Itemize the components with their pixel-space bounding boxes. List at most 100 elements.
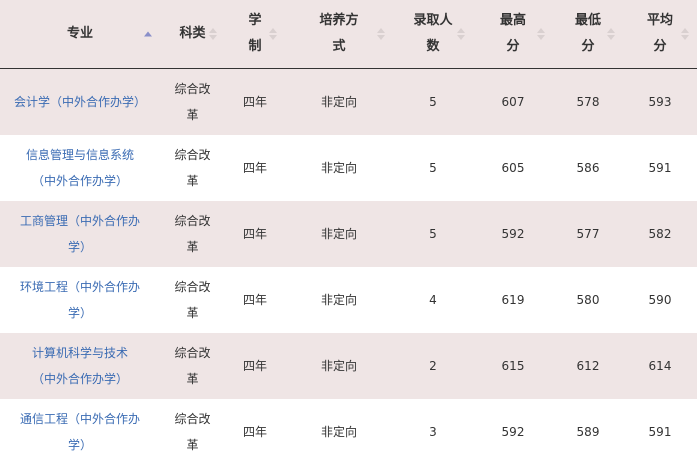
column-header-major[interactable]: 专业 xyxy=(0,0,160,69)
cell-avg: 591 xyxy=(623,399,697,465)
cell-text: 革 xyxy=(186,240,198,254)
cell-text[interactable]: 工商管理（中外合作办 xyxy=(20,214,140,228)
table-body: 会计学（中外合作办学）综合改革四年非定向5607578593信息管理与信息系统（… xyxy=(0,69,697,465)
cell-avg: 590 xyxy=(623,267,697,333)
cell-text: 综合改 xyxy=(174,82,210,96)
cell-mode: 非定向 xyxy=(285,69,393,136)
cell-min: 586 xyxy=(553,135,623,201)
cell-duration: 四年 xyxy=(225,333,285,399)
cell-max: 592 xyxy=(473,201,553,267)
sort-up-icon xyxy=(209,28,217,33)
cell-max: 592 xyxy=(473,399,553,465)
cell-text[interactable]: 计算机科学与技术 xyxy=(32,346,128,360)
cell-text: 综合改 xyxy=(174,280,210,294)
column-header-category[interactable]: 科类 xyxy=(160,0,225,69)
cell-duration: 四年 xyxy=(225,201,285,267)
column-header-label: 学 xyxy=(248,13,261,28)
sort-icon[interactable] xyxy=(681,28,689,40)
sort-up-icon xyxy=(377,28,385,33)
cell-admitted: 4 xyxy=(393,267,473,333)
sort-down-icon xyxy=(681,35,689,40)
sort-up-icon xyxy=(607,28,615,33)
cell-duration: 四年 xyxy=(225,399,285,465)
cell-admitted: 5 xyxy=(393,201,473,267)
cell-text: 综合改 xyxy=(174,412,210,426)
cell-admitted: 2 xyxy=(393,333,473,399)
sort-up-icon xyxy=(144,32,152,37)
sort-icon[interactable] xyxy=(537,28,545,40)
column-header-mode[interactable]: 培养方式 xyxy=(285,0,393,69)
cell-text: 革 xyxy=(186,174,198,188)
column-header-label: 最低 xyxy=(575,13,601,28)
column-header-label: 培养方 xyxy=(319,13,358,28)
cell-duration: 四年 xyxy=(225,69,285,136)
cell-avg: 582 xyxy=(623,201,697,267)
sort-down-icon xyxy=(269,35,277,40)
column-header-label: 科类 xyxy=(179,26,205,41)
column-header-avg[interactable]: 平均分 xyxy=(623,0,697,69)
cell-text: 革 xyxy=(186,372,198,386)
cell-text[interactable]: 信息管理与信息系统 xyxy=(26,148,134,162)
cell-category: 综合改革 xyxy=(160,201,225,267)
column-header-label: 制 xyxy=(248,39,261,54)
cell-admitted: 3 xyxy=(393,399,473,465)
cell-category: 综合改革 xyxy=(160,135,225,201)
cell-mode: 非定向 xyxy=(285,399,393,465)
cell-min: 580 xyxy=(553,267,623,333)
cell-mode: 非定向 xyxy=(285,201,393,267)
cell-text[interactable]: 学） xyxy=(68,438,92,452)
column-header-label: 数 xyxy=(426,39,439,54)
table-row: 工商管理（中外合作办学）综合改革四年非定向5592577582 xyxy=(0,201,697,267)
sort-icon[interactable] xyxy=(607,28,615,40)
sort-down-icon xyxy=(377,35,385,40)
cell-text: 综合改 xyxy=(174,346,210,360)
cell-max: 615 xyxy=(473,333,553,399)
cell-text[interactable]: 学） xyxy=(68,306,92,320)
cell-category: 综合改革 xyxy=(160,267,225,333)
cell-text: 革 xyxy=(186,306,198,320)
cell-text[interactable]: 环境工程（中外合作办 xyxy=(20,280,140,294)
cell-text[interactable]: 会计学（中外合作办学） xyxy=(14,95,146,109)
cell-text[interactable]: （中外合作办学） xyxy=(32,372,128,386)
cell-major[interactable]: 通信工程（中外合作办学） xyxy=(0,399,160,465)
admission-table: 专业科类学制培养方式录取人数最高分最低分平均分 会计学（中外合作办学）综合改革四… xyxy=(0,0,697,465)
sort-icon[interactable] xyxy=(269,28,277,40)
column-header-label: 分 xyxy=(581,39,594,54)
table-row: 会计学（中外合作办学）综合改革四年非定向5607578593 xyxy=(0,69,697,136)
cell-min: 577 xyxy=(553,201,623,267)
cell-mode: 非定向 xyxy=(285,135,393,201)
sort-icon[interactable] xyxy=(457,28,465,40)
cell-major[interactable]: 计算机科学与技术 （中外合作办学） xyxy=(0,333,160,399)
table-row: 环境工程（中外合作办学）综合改革四年非定向4619580590 xyxy=(0,267,697,333)
cell-admitted: 5 xyxy=(393,135,473,201)
cell-text[interactable]: 通信工程（中外合作办 xyxy=(20,412,140,426)
cell-text[interactable]: （中外合作办学） xyxy=(32,174,128,188)
column-header-min[interactable]: 最低分 xyxy=(553,0,623,69)
sort-down-icon xyxy=(209,35,217,40)
column-header-duration[interactable]: 学制 xyxy=(225,0,285,69)
cell-major[interactable]: 环境工程（中外合作办学） xyxy=(0,267,160,333)
column-header-label: 录取人 xyxy=(413,13,452,28)
cell-min: 589 xyxy=(553,399,623,465)
cell-major[interactable]: 会计学（中外合作办学） xyxy=(0,69,160,136)
column-header-admitted[interactable]: 录取人数 xyxy=(393,0,473,69)
cell-avg: 593 xyxy=(623,69,697,136)
sort-down-icon xyxy=(457,35,465,40)
cell-text: 革 xyxy=(186,438,198,452)
sort-up-icon xyxy=(681,28,689,33)
column-header-label: 式 xyxy=(332,39,345,54)
cell-min: 578 xyxy=(553,69,623,136)
cell-text: 综合改 xyxy=(174,214,210,228)
sort-ascending-icon[interactable] xyxy=(144,32,152,37)
column-header-max[interactable]: 最高分 xyxy=(473,0,553,69)
header-row: 专业科类学制培养方式录取人数最高分最低分平均分 xyxy=(0,0,697,69)
cell-major[interactable]: 工商管理（中外合作办学） xyxy=(0,201,160,267)
sort-icon[interactable] xyxy=(377,28,385,40)
cell-text[interactable]: 学） xyxy=(68,240,92,254)
sort-up-icon xyxy=(537,28,545,33)
cell-admitted: 5 xyxy=(393,69,473,136)
cell-major[interactable]: 信息管理与信息系统 （中外合作办学） xyxy=(0,135,160,201)
cell-duration: 四年 xyxy=(225,267,285,333)
sort-down-icon xyxy=(607,35,615,40)
sort-icon[interactable] xyxy=(209,28,217,40)
